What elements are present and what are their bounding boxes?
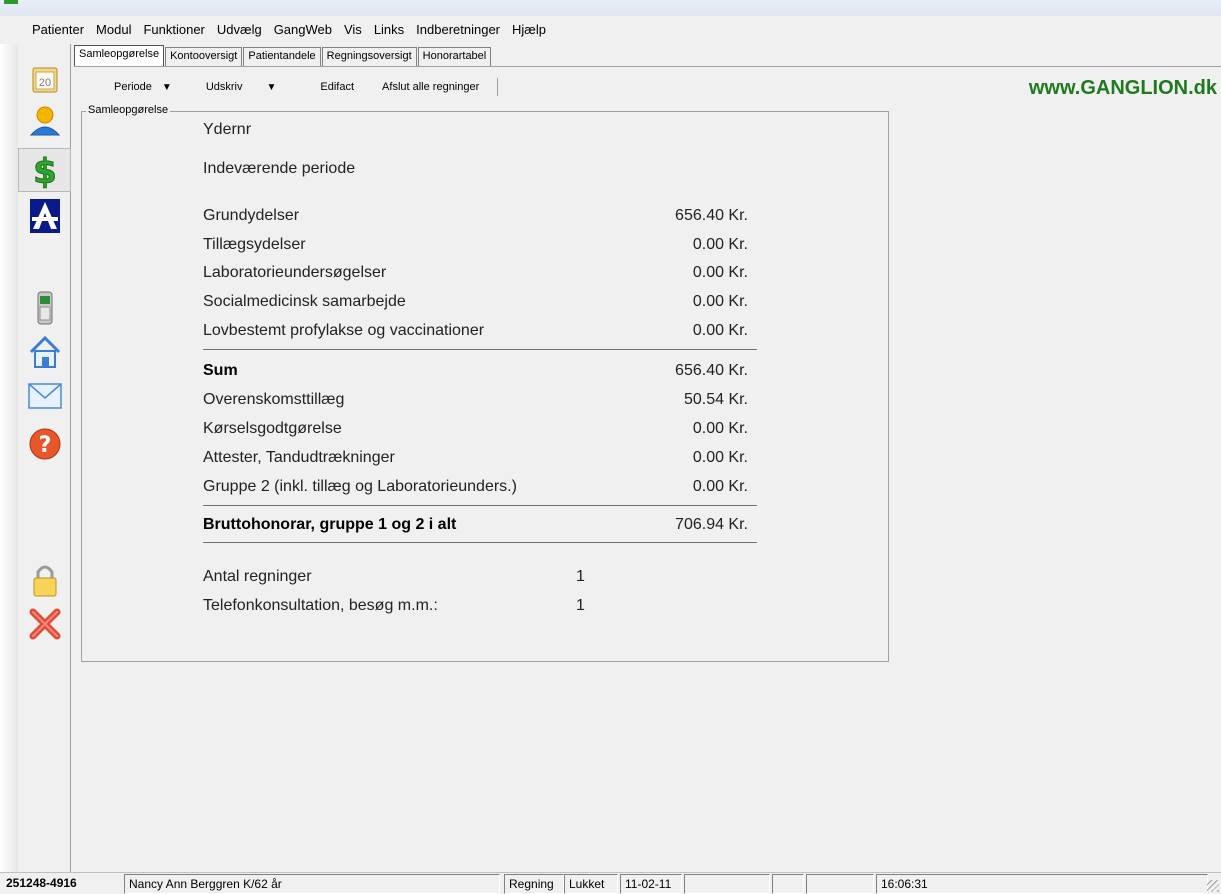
row-label: Attester, Tandudtrækninger [203,449,395,466]
resize-grip[interactable] [1207,880,1219,892]
row-label: Grundydelser [203,207,300,224]
app-icon [4,0,18,4]
sidebar-item-calendar[interactable]: 20 [18,58,71,102]
sidebar-item-lock[interactable] [18,558,71,602]
lock-icon [33,565,56,597]
row-value: 0.00 Kr. [692,420,748,437]
ydernr-label: Ydernr [203,121,252,138]
tab-patientandele[interactable]: Patientandele [243,47,321,66]
person-icon [29,106,60,136]
status-lukket: Lukket [564,874,618,894]
status-patient: Nancy Ann Berggren K/62 år [124,874,500,894]
status-empty-2 [772,874,804,894]
row-value: 0.00 Kr. [692,478,748,495]
svg-text:?: ? [38,433,51,458]
menu-hjaelp[interactable]: Hjælp [506,22,552,37]
status-regning: Regning [504,874,564,894]
svg-text:$: $ [33,152,57,189]
sum-value: 656.40 Kr. [675,362,748,379]
help-icon: ? [29,428,60,460]
app-window: Patienter Modul Funktioner Udvælg GangWe… [0,0,1221,894]
row-value: 0.00 Kr. [692,322,748,339]
row-value: 50.54 Kr. [683,391,748,408]
sidebar-item-exit[interactable] [18,602,71,646]
title-strip [0,0,1221,16]
tab-honorartabel[interactable]: Honorartabel [417,47,492,66]
period-label: Indeværende periode [203,160,356,177]
menu-bar: Patienter Modul Funktioner Udvælg GangWe… [0,18,1221,40]
calendar-icon: 20 [32,67,57,93]
toolbar-separator [497,78,499,96]
periode-button[interactable]: Periode [74,81,162,93]
row-label: Socialmedicinsk samarbejde [203,293,406,310]
count-label: Antal regninger [203,568,312,585]
divider [203,505,757,506]
sidebar-item-home[interactable] [18,330,71,374]
status-time: 16:06:31 [876,874,1208,894]
menu-vis[interactable]: Vis [338,22,368,37]
row-value: 0.00 Kr. [692,293,748,310]
row-value: 0.00 Kr. [692,264,748,281]
status-bar: 251248-4916 Nancy Ann Berggren K/62 år R… [0,872,1221,894]
row-label: Gruppe 2 (inkl. tillæg og Laboratorieund… [203,478,517,495]
tab-bar: Samleopgørelse Kontooversigt Patientande… [74,45,492,66]
tab-regningsoversigt[interactable]: Regningsoversigt [321,47,417,66]
status-empty-1 [684,874,770,894]
count-label: Telefonkonsultation, besøg m.m.: [203,597,438,614]
row-value: 0.00 Kr. [692,236,748,253]
divider [203,349,757,350]
sum-label: Sum [203,362,238,379]
menu-patienter[interactable]: Patienter [26,22,90,37]
menu-links[interactable]: Links [368,22,410,37]
count-value: 1 [576,568,585,585]
row-label: Overenskomsttillæg [203,391,345,408]
row-value: 0.00 Kr. [692,449,748,466]
sidebar-item-mail[interactable] [18,374,71,418]
row-label: Kørselsgodtgørelse [203,420,342,437]
close-icon [29,608,60,640]
window-left-edge [0,44,18,872]
sidebar-item-person[interactable] [18,98,71,142]
tab-samleopgorelse[interactable]: Samleopgørelse [74,45,165,66]
divider [203,542,757,543]
menu-funktioner[interactable]: Funktioner [137,22,210,37]
a-logo-icon [29,199,60,233]
total-value: 706.94 Kr. [675,516,748,533]
periode-dropdown-icon[interactable]: ▼ [162,82,172,93]
mail-icon [27,383,62,409]
sidebar-item-a-logo[interactable] [18,194,71,238]
summary-groupbox-title: Samleopgørelse [86,104,171,116]
total-label: Bruttohonorar, gruppe 1 og 2 i alt [203,516,457,533]
menu-udvaelg[interactable]: Udvælg [211,22,268,37]
afslut-button[interactable]: Afslut alle regninger [364,81,489,93]
count-value: 1 [576,597,585,614]
menu-gangweb[interactable]: GangWeb [268,22,338,37]
udskriv-dropdown-icon[interactable]: ▼ [267,82,277,93]
svg-text:20: 20 [38,77,50,89]
row-label: Laboratorieundersøgelser [203,264,387,281]
edifact-button[interactable]: Edifact [300,81,364,93]
tab-kontooversigt[interactable]: Kontooversigt [165,47,243,66]
row-value: 656.40 Kr. [675,207,748,224]
sidebar-item-help[interactable]: ? [18,422,71,466]
sidebar-item-billing[interactable]: $ [18,148,71,192]
home-icon [29,335,60,368]
udskriv-button[interactable]: Udskriv [196,81,253,93]
brand-link[interactable]: www.GANGLION.dk [1029,77,1217,100]
menu-indberetninger[interactable]: Indberetninger [410,22,506,37]
sidebar: 20 $ ? [18,44,71,872]
row-label: Lovbestemt profylakse og vaccinationer [203,322,485,339]
status-empty-3 [806,874,874,894]
phone-icon [37,291,52,325]
row-label: Tillægsydelser [203,236,306,253]
dollar-icon: $ [32,152,57,190]
status-date: 11-02-11 [620,874,682,894]
tab-divider [74,66,1221,67]
sidebar-item-phone[interactable] [18,286,71,330]
menu-modul[interactable]: Modul [90,22,137,37]
status-cpr: 251248-4916 [6,876,77,890]
toolbar: Periode ▼ Udskriv ▼ Edifact Afslut alle … [74,74,499,100]
